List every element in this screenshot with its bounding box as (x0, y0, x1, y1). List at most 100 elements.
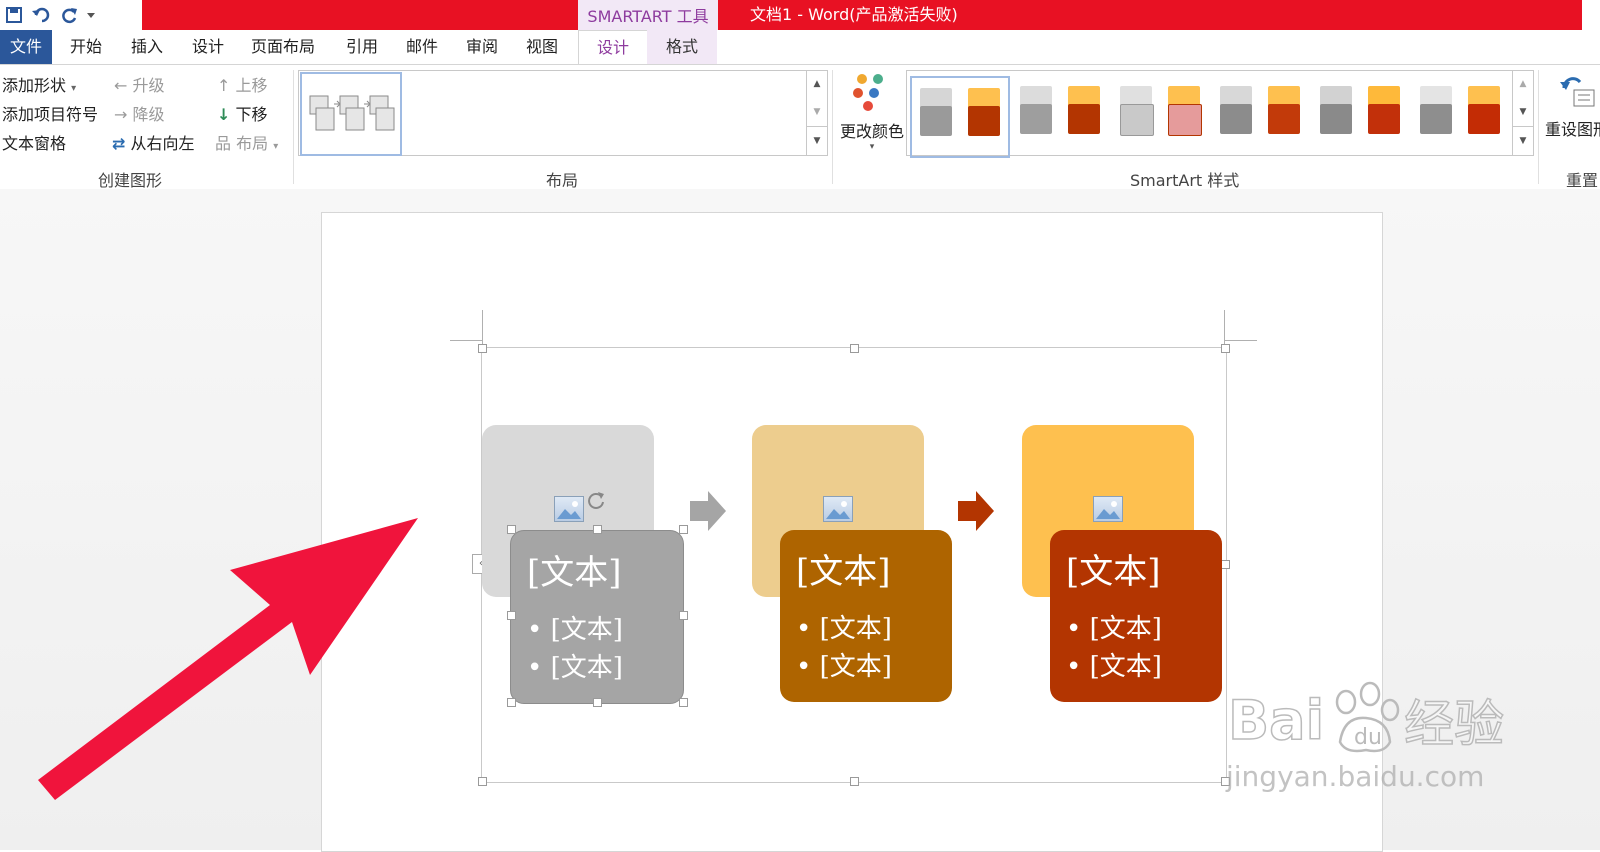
style-thumb-4[interactable] (1212, 76, 1308, 154)
resize-handle[interactable] (507, 698, 516, 707)
smartart-text-shape-1[interactable]: [文本] • [文本] • [文本] (510, 530, 684, 704)
watermark-brand-cn: 经验 (1403, 694, 1505, 754)
resize-handle[interactable] (1221, 344, 1230, 353)
resize-handle[interactable] (507, 525, 516, 534)
style-thumb-3[interactable] (1112, 76, 1208, 154)
gallery-more-icon[interactable]: ▼ (1513, 126, 1533, 155)
add-bullet-button[interactable]: 添加项目符号 (2, 101, 98, 125)
arrow-left-icon: ← (114, 76, 128, 95)
reset-graphic-icon (1560, 77, 1595, 107)
right-to-left-button[interactable]: ⇄ 从右向左 (112, 130, 195, 154)
tab-row (0, 30, 1600, 64)
bullet-item: • [文本] (527, 615, 623, 645)
resize-handle[interactable] (478, 344, 487, 353)
layout-thumbnail-selected[interactable] (300, 72, 402, 156)
tab-view[interactable]: 视图 (526, 30, 558, 64)
style-gallery-scroll[interactable]: ▲ ▼ ▼ (1512, 70, 1533, 156)
scroll-up-icon[interactable]: ▲ (807, 70, 827, 98)
gallery-more-icon[interactable]: ▼ (807, 126, 827, 155)
arrow-right-icon: → (114, 105, 128, 124)
arrow-up-icon: ↑ (217, 76, 231, 95)
crop-mark (1225, 340, 1257, 341)
scroll-up-icon[interactable]: ▲ (1513, 70, 1533, 98)
watermark-url: jingyan.baidu.com (1226, 760, 1485, 793)
add-shape-label: 添加形状 (2, 76, 67, 95)
bullet-item: • [文本] (527, 653, 623, 683)
move-up-label: 上移 (235, 76, 268, 95)
paw-icon: du (1324, 680, 1404, 760)
quick-access-toolbar (0, 0, 98, 30)
tab-smartart-format[interactable]: 格式 (647, 30, 717, 64)
resize-handle[interactable] (679, 525, 688, 534)
resize-handle[interactable] (850, 344, 859, 353)
watermark-brand: Bai (1227, 688, 1325, 753)
demote-button[interactable]: → 降级 (114, 101, 165, 125)
resize-handle[interactable] (1221, 560, 1230, 569)
move-down-button[interactable]: ↓ 下移 (217, 101, 268, 125)
style-thumb-2[interactable] (1012, 76, 1108, 154)
resize-handle[interactable] (593, 525, 602, 534)
change-colors-button[interactable]: 更改颜色 ▾ (840, 72, 904, 160)
resize-handle[interactable] (679, 698, 688, 707)
reset-graphic-label: 重设图形 (1545, 120, 1600, 139)
save-icon[interactable] (0, 1, 28, 29)
redo-icon[interactable] (56, 1, 84, 29)
tab-design[interactable]: 设计 (192, 30, 224, 64)
text-pane-button[interactable]: 文本窗格 (2, 130, 66, 154)
style-thumb-1[interactable] (910, 76, 1010, 158)
smartart-text-shape-2[interactable]: [文本] • [文本] • [文本] (780, 530, 952, 702)
bullet-item: • [文本] (1066, 614, 1162, 644)
palette-icon (853, 74, 883, 111)
move-down-label: 下移 (235, 105, 268, 124)
org-chart-icon: 品 (215, 134, 232, 153)
right-to-left-label: 从右向左 (130, 134, 195, 153)
smartart-text-shape-3[interactable]: [文本] • [文本] • [文本] (1050, 530, 1222, 702)
resize-handle[interactable] (507, 611, 516, 620)
tab-home[interactable]: 开始 (70, 30, 102, 64)
promote-label: 升级 (132, 76, 165, 95)
process-arrow-1[interactable] (690, 491, 726, 535)
promote-button[interactable]: ← 升级 (114, 72, 165, 96)
resize-handle[interactable] (478, 777, 487, 786)
scroll-down-icon[interactable]: ▼ (807, 98, 827, 126)
baidu-watermark: Bai du 经验 jingyan.baidu.com (1226, 680, 1505, 793)
process-arrow-2[interactable] (958, 491, 994, 535)
bullet-item: • [文本] (1066, 652, 1162, 682)
layout-preview-icon (309, 95, 395, 131)
tab-references[interactable]: 引用 (346, 30, 378, 64)
tab-file[interactable]: 文件 (0, 30, 52, 64)
rotate-handle-icon[interactable] (586, 490, 606, 510)
svg-text:du: du (1354, 725, 1382, 750)
tab-smartart-design[interactable]: 设计 (578, 30, 648, 65)
group-label-layouts: 布局 (546, 171, 579, 190)
shape-title: [文本] (527, 553, 622, 593)
picture-placeholder-icon[interactable] (554, 496, 584, 522)
tab-mailings[interactable]: 邮件 (406, 30, 438, 64)
picture-placeholder-icon[interactable] (823, 496, 853, 522)
dropdown-arrow-icon: ▾ (71, 83, 77, 94)
layout-button[interactable]: 品 布局 ▾ (215, 130, 278, 154)
tab-page-layout[interactable]: 页面布局 (251, 30, 315, 64)
group-separator (293, 70, 294, 184)
tab-insert[interactable]: 插入 (131, 30, 163, 64)
style-thumb-6[interactable] (1412, 76, 1506, 154)
resize-handle[interactable] (679, 611, 688, 620)
style-thumb-5[interactable] (1312, 76, 1408, 154)
resize-handle[interactable] (850, 777, 859, 786)
resize-handle[interactable] (593, 698, 602, 707)
customize-qat-icon[interactable] (84, 1, 98, 29)
scroll-down-icon[interactable]: ▼ (1513, 98, 1533, 126)
window-title: 文档1 - Word(产品激活失败) (750, 5, 958, 24)
picture-placeholder-icon[interactable] (1093, 496, 1123, 522)
add-shape-button[interactable]: 添加形状 ▾ (2, 72, 76, 96)
layout-gallery-scroll[interactable]: ▲ ▼ ▼ (806, 70, 827, 156)
shape-title: [文本] (796, 552, 891, 592)
reset-graphic-button[interactable]: 重设图形 (1544, 72, 1600, 162)
bullet-item: • [文本] (796, 614, 892, 644)
undo-icon[interactable] (28, 1, 56, 29)
change-colors-label: 更改颜色 (840, 122, 905, 141)
swap-direction-icon: ⇄ (112, 134, 126, 153)
group-label-create-graphic: 创建图形 (98, 171, 163, 190)
tab-review[interactable]: 审阅 (466, 30, 498, 64)
move-up-button[interactable]: ↑ 上移 (217, 72, 268, 96)
